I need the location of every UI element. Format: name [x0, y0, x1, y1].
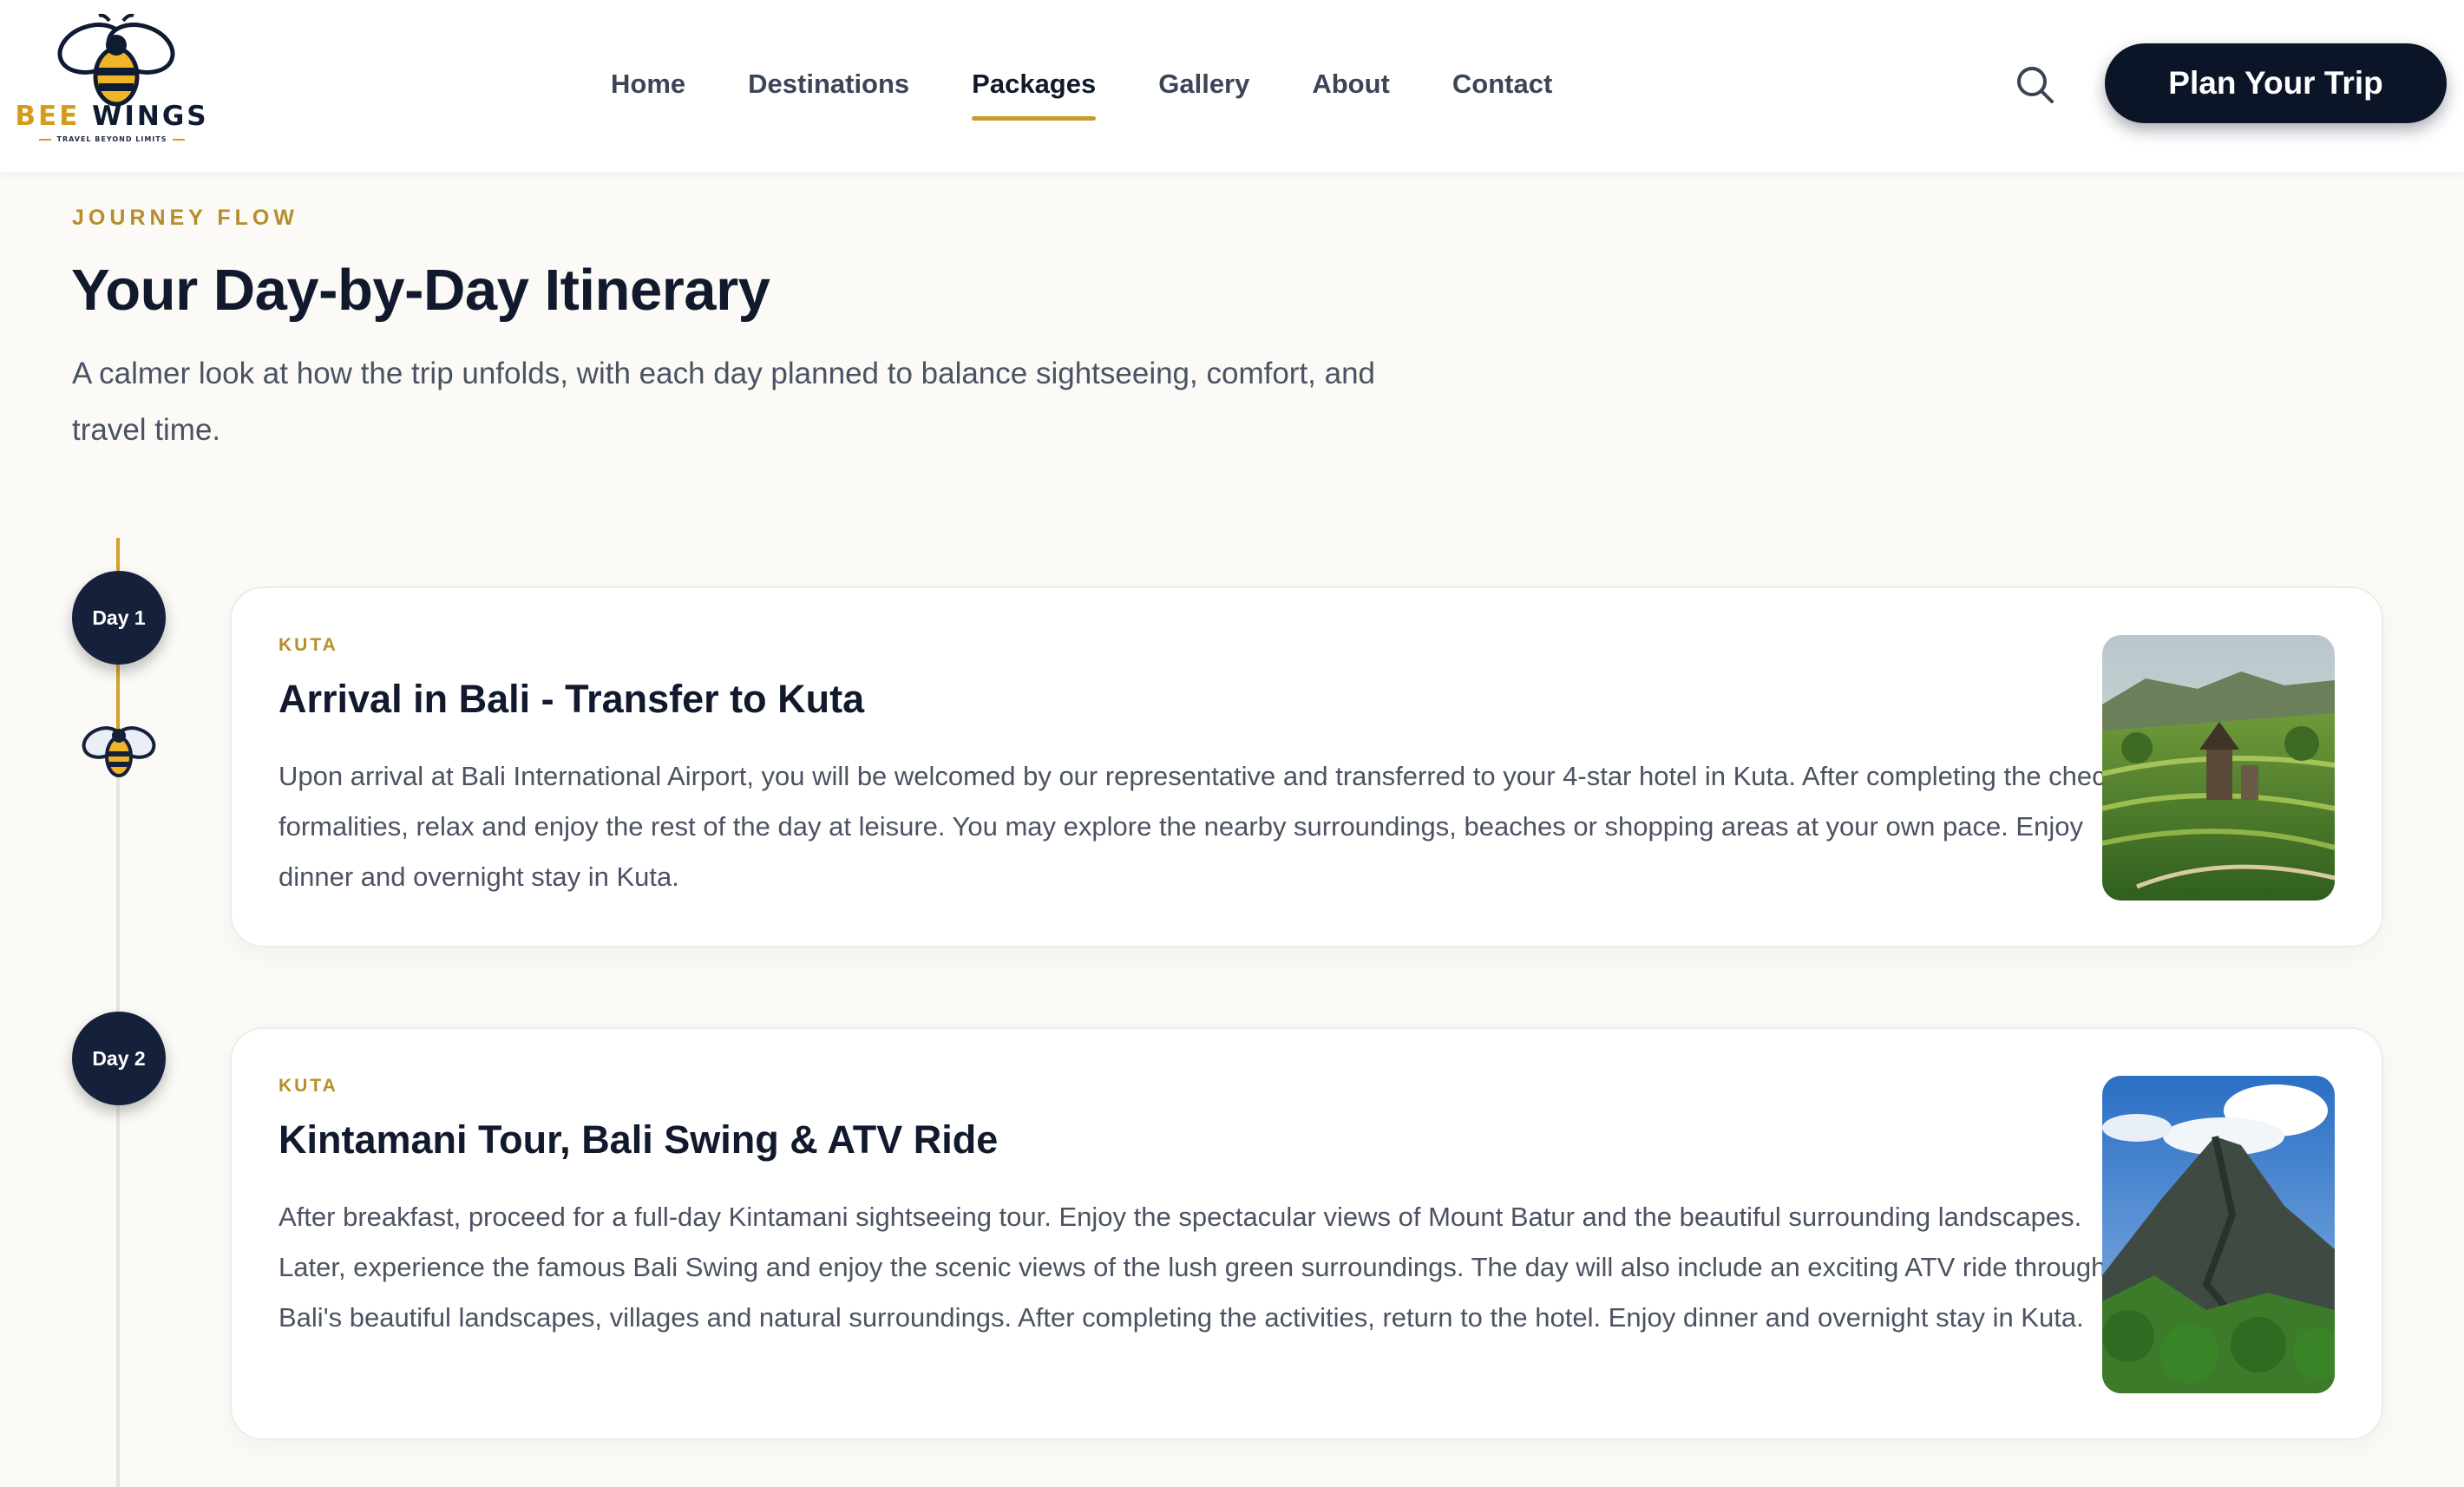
card-title: Kintamani Tour, Bali Swing & ATV Ride	[279, 1117, 999, 1162]
nav-contact[interactable]: Contact	[1452, 68, 1552, 101]
site-header: BEE WINGS TRAVEL BEYOND LIMITS Home Dest…	[0, 0, 2464, 172]
brand-tagline: TRAVEL BEYOND LIMITS	[12, 135, 212, 143]
brand-logo[interactable]: BEE WINGS TRAVEL BEYOND LIMITS	[12, 14, 212, 153]
search-icon	[2017, 67, 2054, 103]
brand-name: BEE WINGS	[15, 101, 209, 132]
nav-about[interactable]: About	[1312, 68, 1390, 101]
main-nav: Home Destinations Packages Gallery About…	[611, 68, 1615, 121]
day-2-marker: Day 2	[72, 1012, 166, 1105]
nav-packages[interactable]: Packages	[972, 68, 1097, 121]
search-button[interactable]	[2011, 61, 2060, 109]
mount-batur-volcano-photo	[2102, 1076, 2335, 1393]
plan-your-trip-button[interactable]: Plan Your Trip	[2105, 43, 2447, 123]
card-description: After breakfast, proceed for a full-day …	[279, 1202, 2107, 1333]
card-location: KUTA	[279, 635, 338, 655]
day-1-marker: Day 1	[72, 571, 166, 665]
card-title: Arrival in Bali - Transfer to Kuta	[279, 677, 865, 721]
nav-destinations[interactable]: Destinations	[748, 68, 909, 101]
bee-logo-icon	[57, 14, 175, 107]
itinerary-card-day-2: KUTA Kintamani Tour, Bali Swing & ATV Ri…	[230, 1027, 2383, 1440]
bee-icon	[82, 726, 156, 777]
nav-gallery[interactable]: Gallery	[1158, 68, 1249, 101]
card-location: KUTA	[279, 1076, 338, 1096]
rice-terrace-temple-photo	[2102, 635, 2335, 901]
itinerary-card-day-1: KUTA Arrival in Bali - Transfer to Kuta …	[230, 586, 2383, 947]
card-description: Upon arrival at Bali International Airpo…	[279, 761, 2149, 892]
nav-home[interactable]: Home	[611, 68, 685, 101]
section-eyebrow: JOURNEY FLOW	[72, 206, 298, 230]
page-title: Your Day-by-Day Itinerary	[71, 258, 770, 323]
page-subtitle: A calmer look at how the trip unfolds, w…	[72, 357, 1376, 447]
